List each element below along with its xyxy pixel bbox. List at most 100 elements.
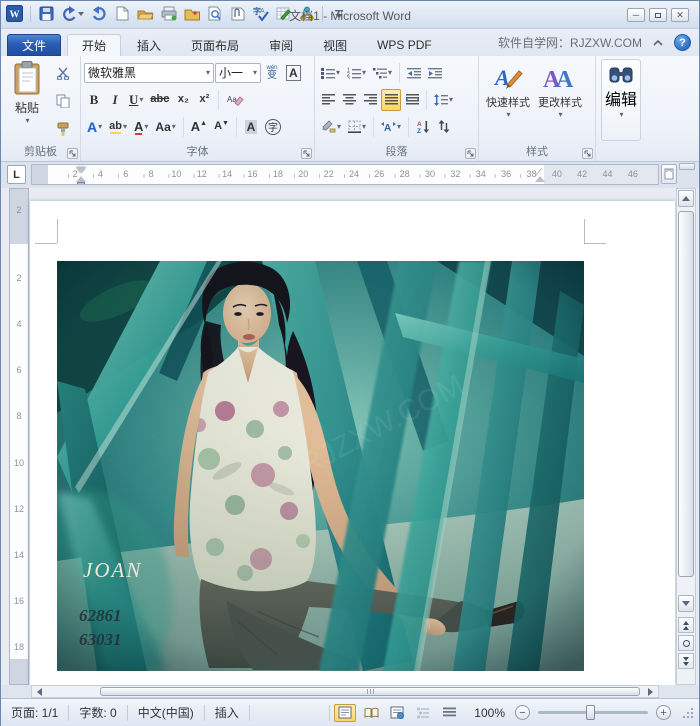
horizontal-scroll-thumb[interactable]: [100, 687, 640, 696]
help-button[interactable]: ?: [674, 34, 691, 51]
minimize-button[interactable]: ─: [627, 8, 645, 22]
resize-grip[interactable]: [683, 708, 693, 718]
crop-mark: [584, 243, 606, 244]
justify-button[interactable]: [381, 89, 401, 111]
sort-button[interactable]: AZ: [413, 116, 433, 138]
bullets-button[interactable]: ▾: [318, 62, 343, 84]
ruler-number: 14: [220, 169, 234, 179]
align-center-button[interactable]: [339, 89, 359, 111]
styles-group-label: 样式: [479, 143, 595, 159]
paragraph-dialog-launcher[interactable]: [465, 148, 476, 159]
ruler-number: 10: [14, 458, 24, 472]
vertical-scrollbar[interactable]: [676, 188, 696, 685]
ruler-number: 30: [423, 169, 437, 179]
editing-button[interactable]: 编辑▾: [601, 59, 641, 141]
close-button[interactable]: ✕: [671, 8, 689, 22]
zoom-level[interactable]: 100%: [474, 706, 505, 720]
right-indent-marker[interactable]: [535, 176, 545, 182]
line-spacing-button[interactable]: ▾: [431, 89, 456, 111]
borders-button[interactable]: ▾: [345, 116, 369, 138]
fullscreen-reading-view-button[interactable]: [360, 704, 382, 722]
character-border-button[interactable]: A: [283, 62, 304, 84]
web-layout-view-button[interactable]: [386, 704, 408, 722]
enclose-characters-button[interactable]: 字: [262, 116, 284, 138]
zoom-slider-thumb[interactable]: [586, 705, 595, 720]
draft-view-button[interactable]: [438, 704, 460, 722]
change-case-button[interactable]: Aa▾: [152, 116, 178, 138]
change-styles-button[interactable]: AA 更改样式▾: [534, 59, 586, 141]
multilevel-list-button[interactable]: ▾: [370, 62, 395, 84]
ribbon-tab[interactable]: 插入: [123, 34, 175, 56]
superscript-button[interactable]: x²: [194, 89, 214, 111]
vertical-scroll-thumb[interactable]: [678, 211, 694, 577]
paste-button[interactable]: 粘贴 ▾: [6, 60, 48, 140]
maximize-button[interactable]: [649, 8, 667, 22]
font-color-button[interactable]: A▾: [131, 116, 151, 138]
ribbon-tab[interactable]: 视图: [309, 34, 361, 56]
zoom-slider[interactable]: [538, 711, 648, 714]
previous-page-button[interactable]: [678, 617, 694, 633]
font-dialog-launcher[interactable]: [301, 148, 312, 159]
strikethrough-button[interactable]: abc: [147, 89, 172, 111]
horizontal-scrollbar[interactable]: [31, 685, 659, 698]
status-word-count[interactable]: 字数: 0: [69, 703, 126, 723]
subscript-button[interactable]: x₂: [173, 89, 193, 111]
status-insert-mode[interactable]: 插入: [205, 703, 249, 723]
ribbon-tab[interactable]: 审阅: [255, 34, 307, 56]
increase-indent-button[interactable]: [425, 62, 445, 84]
clipboard-dialog-launcher[interactable]: [67, 148, 78, 159]
collapse-ribbon-button[interactable]: [649, 34, 667, 51]
cut-button[interactable]: [53, 62, 73, 84]
split-window-handle[interactable]: [679, 163, 695, 170]
inserted-photo[interactable]: RJZXW.COM JOAN 62861 63031: [57, 261, 584, 671]
next-page-button[interactable]: [678, 653, 694, 669]
italic-button[interactable]: I: [105, 89, 125, 111]
clear-formatting-button[interactable]: Aa: [223, 89, 247, 111]
underline-button[interactable]: U▾: [126, 89, 146, 111]
select-browse-object-button[interactable]: [678, 635, 694, 651]
document-page[interactable]: RJZXW.COM JOAN 62861 63031: [30, 201, 675, 685]
tab-stop-selector[interactable]: L: [7, 165, 26, 184]
font-name-select[interactable]: 微软雅黑▾: [84, 63, 214, 83]
distributed-button[interactable]: [402, 89, 422, 111]
paste-dropdown[interactable]: ▾: [25, 116, 29, 125]
text-effects-button[interactable]: A▾: [84, 116, 105, 138]
scroll-right-button[interactable]: [644, 687, 657, 696]
format-painter-button[interactable]: [53, 118, 73, 140]
scroll-down-button[interactable]: [678, 595, 694, 612]
font-size-select[interactable]: 小一▾: [215, 63, 261, 83]
scroll-left-button[interactable]: [33, 687, 46, 696]
align-right-button[interactable]: [360, 89, 380, 111]
align-left-button[interactable]: [318, 89, 338, 111]
phonetic-guide-button[interactable]: wén变: [262, 62, 282, 84]
show-hide-marks-button[interactable]: [434, 116, 454, 138]
decrease-indent-button[interactable]: [404, 62, 424, 84]
tab-file[interactable]: 文件: [7, 34, 61, 56]
left-indent-marker[interactable]: [77, 182, 85, 185]
ribbon-tab[interactable]: WPS PDF: [363, 34, 446, 56]
ribbon-tab[interactable]: 页面布局: [177, 34, 253, 56]
crop-mark: [584, 219, 585, 243]
highlight-color-button[interactable]: ab▾: [106, 116, 130, 138]
bold-button[interactable]: B: [84, 89, 104, 111]
view-ruler-toggle[interactable]: [661, 164, 677, 184]
zoom-out-button[interactable]: −: [515, 705, 530, 720]
status-language[interactable]: 中文(中国): [128, 703, 204, 723]
outline-view-button[interactable]: [412, 704, 434, 722]
zoom-in-button[interactable]: +: [656, 705, 671, 720]
status-bar: 页面: 1/1 字数: 0 中文(中国) 插入 100% − +: [1, 698, 699, 726]
character-shading-button[interactable]: A: [241, 116, 261, 138]
first-line-indent-marker[interactable]: [76, 167, 86, 173]
numbering-button[interactable]: 123▾: [344, 62, 369, 84]
asian-layout-button[interactable]: A▾: [378, 116, 404, 138]
shading-button[interactable]: ▾: [318, 116, 344, 138]
tab-home[interactable]: 开始: [67, 34, 121, 56]
status-page-number[interactable]: 页面: 1/1: [1, 703, 68, 723]
copy-button[interactable]: [53, 90, 73, 112]
grow-font-button[interactable]: A▲: [188, 116, 210, 138]
styles-dialog-launcher[interactable]: [582, 148, 593, 159]
shrink-font-button[interactable]: A▼: [211, 116, 232, 138]
print-layout-view-button[interactable]: [334, 704, 356, 722]
quick-styles-button[interactable]: A 快速样式▾: [482, 59, 534, 141]
scroll-up-button[interactable]: [678, 190, 694, 207]
